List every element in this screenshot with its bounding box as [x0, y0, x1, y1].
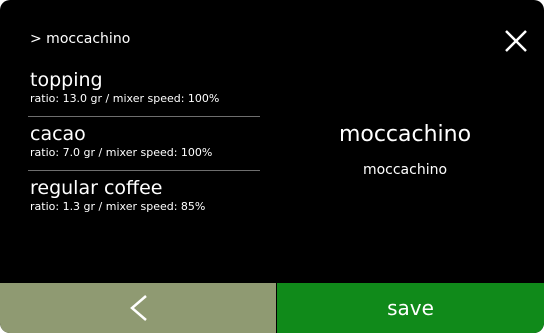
product-title: moccachino [338, 122, 472, 147]
ingredient-name: regular coffee [30, 177, 163, 199]
close-icon [505, 30, 527, 52]
ingredient-list: topping ratio: 13.0 gr / mixer speed: 10… [28, 63, 260, 225]
ingredient-detail: ratio: 13.0 gr / mixer speed: 100% [30, 92, 220, 105]
breadcrumb: > moccachino [30, 31, 131, 47]
back-button[interactable] [0, 283, 277, 333]
ingredient-item-regular-coffee[interactable]: regular coffee ratio: 1.3 gr / mixer spe… [28, 171, 260, 225]
bottom-bar: save [0, 283, 544, 333]
ingredient-item-cacao[interactable]: cacao ratio: 7.0 gr / mixer speed: 100% [28, 117, 260, 171]
ingredient-name: topping [30, 69, 103, 91]
ingredient-detail: ratio: 1.3 gr / mixer speed: 85% [30, 200, 206, 213]
product-subtitle: moccachino [362, 162, 448, 178]
ingredient-item-topping[interactable]: topping ratio: 13.0 gr / mixer speed: 10… [28, 63, 260, 117]
chevron-left-icon [130, 295, 147, 321]
save-button[interactable]: save [277, 283, 544, 333]
ingredient-detail: ratio: 7.0 gr / mixer speed: 100% [30, 146, 213, 159]
screen: > moccachino topping ratio: 13.0 gr / mi… [0, 0, 544, 333]
ingredient-name: cacao [30, 123, 86, 145]
close-button[interactable] [500, 25, 532, 57]
